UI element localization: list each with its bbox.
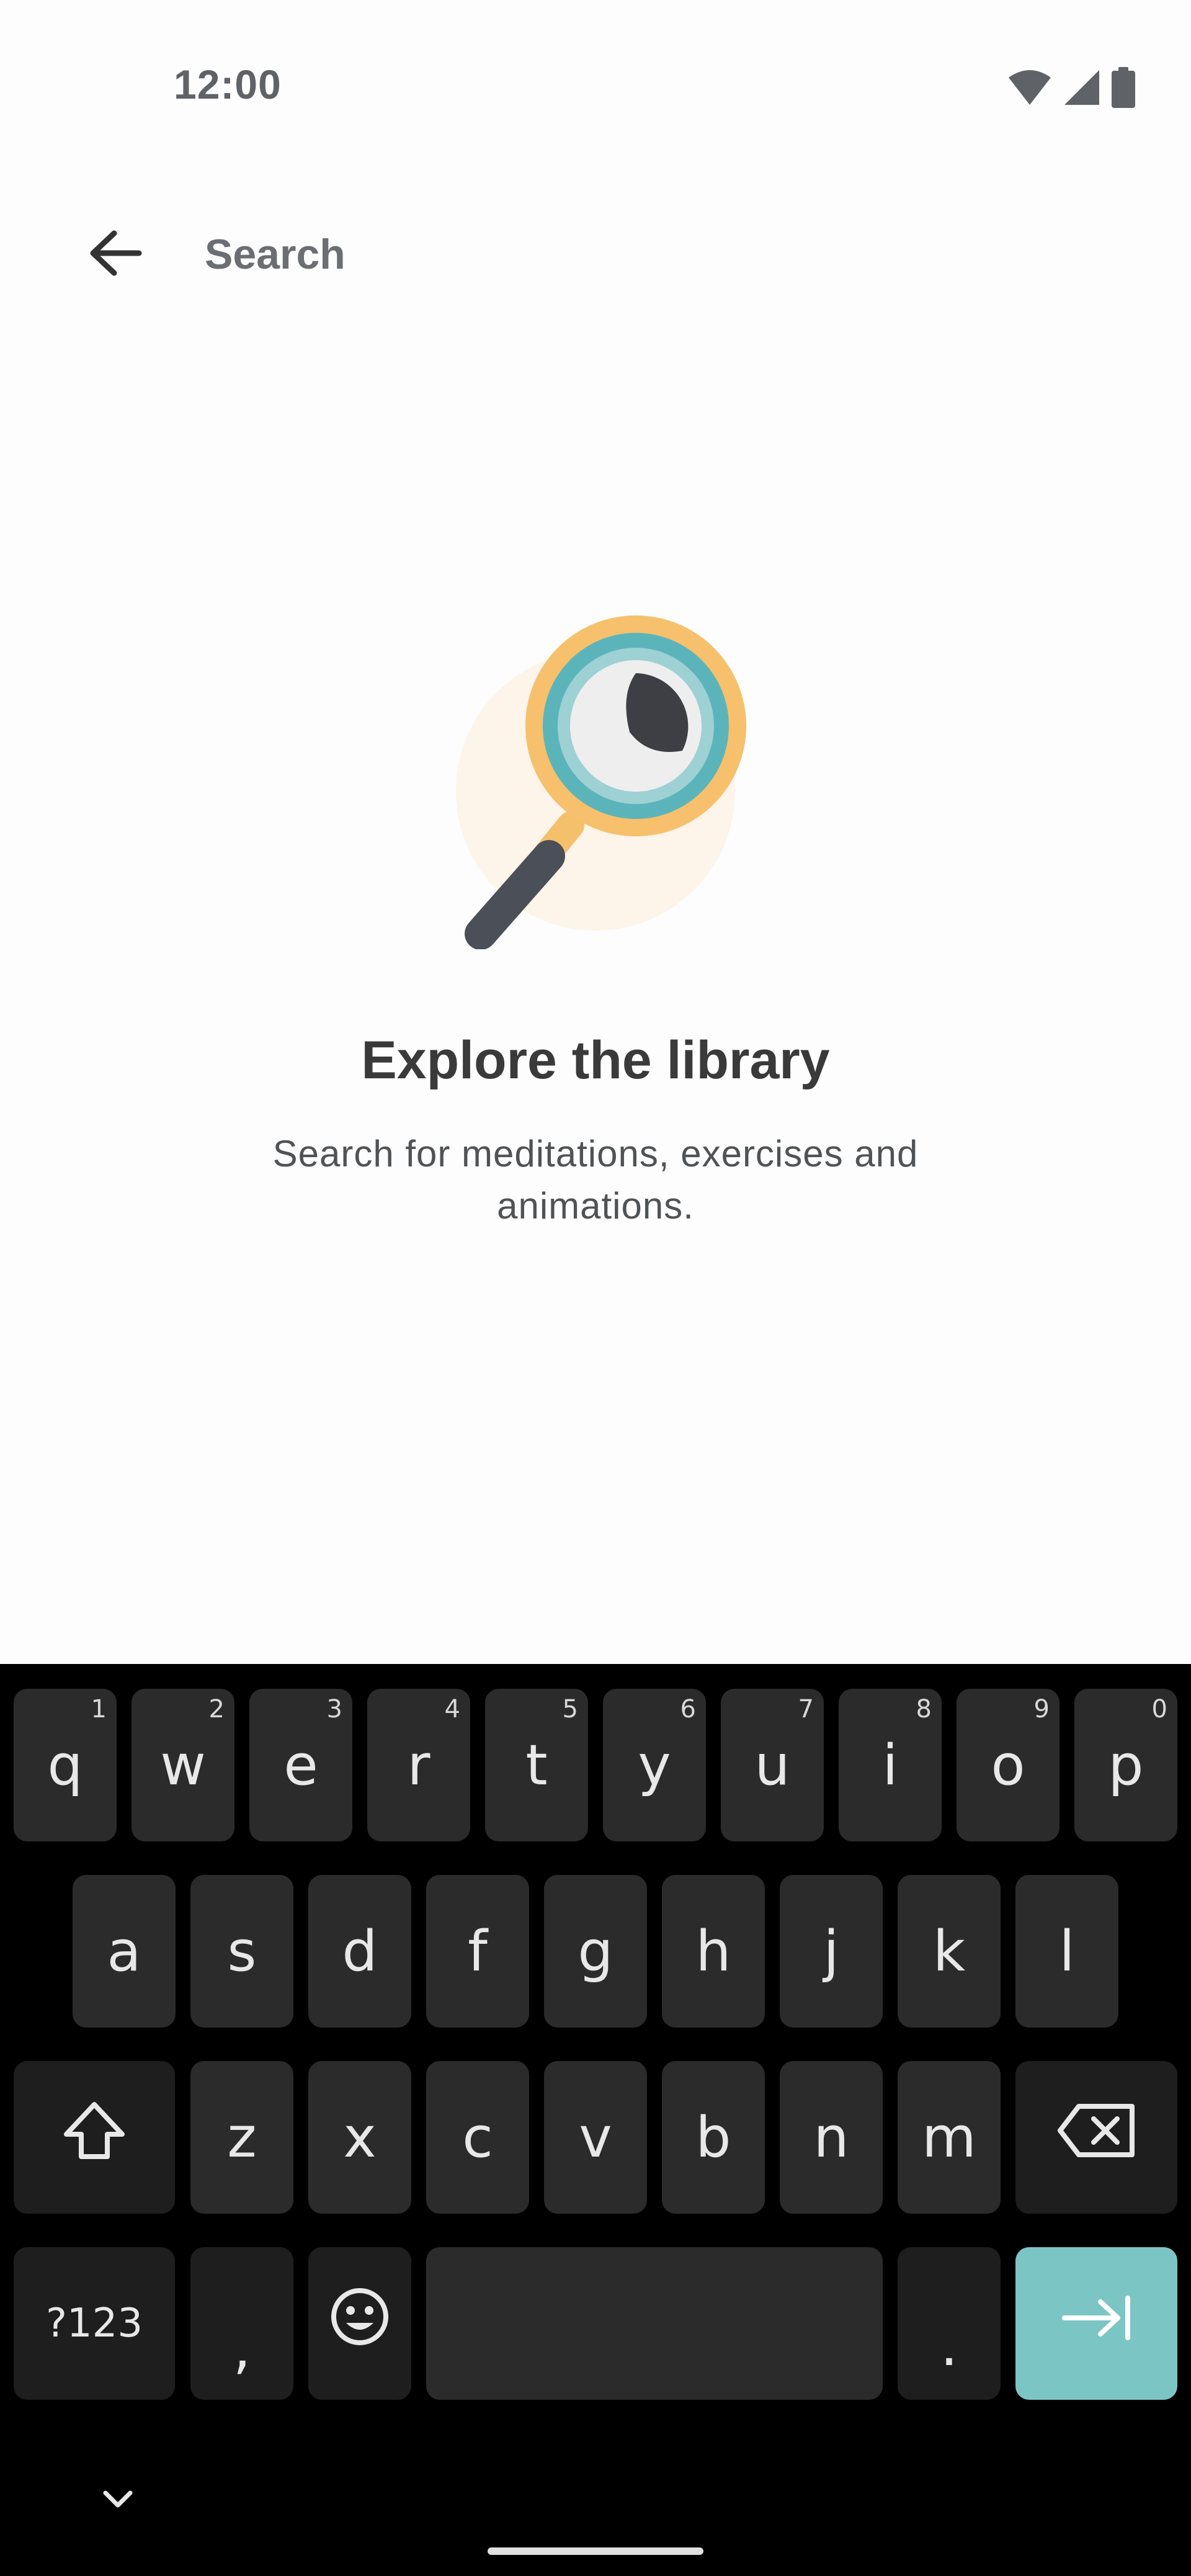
key-hint: 5 bbox=[562, 1695, 578, 1724]
key-label: l bbox=[1059, 1918, 1075, 1984]
key-label: m bbox=[922, 2104, 976, 2170]
key-z[interactable]: z bbox=[190, 2061, 293, 2214]
key-v[interactable]: v bbox=[544, 2061, 647, 2214]
key-label: u bbox=[754, 1732, 790, 1798]
key-label: e bbox=[283, 1732, 318, 1798]
key-b[interactable]: b bbox=[662, 2061, 765, 2214]
search-input[interactable] bbox=[205, 222, 1073, 287]
key-a[interactable]: a bbox=[73, 1875, 176, 2028]
key-hint: 3 bbox=[326, 1695, 342, 1724]
key-hint: 1 bbox=[91, 1695, 107, 1724]
key-label: n bbox=[813, 2104, 849, 2170]
symbols-key-label: ?123 bbox=[45, 2301, 143, 2346]
key-hint: 0 bbox=[1151, 1695, 1167, 1724]
wifi-icon bbox=[1007, 69, 1052, 109]
key-label: a bbox=[107, 1918, 141, 1984]
key-label: z bbox=[227, 2104, 257, 2170]
key-hint: 9 bbox=[1033, 1695, 1050, 1724]
back-button[interactable] bbox=[74, 223, 155, 285]
arrow-left-icon bbox=[87, 228, 143, 281]
shift-icon bbox=[60, 2100, 128, 2175]
action-key[interactable] bbox=[1015, 2247, 1177, 2400]
key-w[interactable]: w 2 bbox=[132, 1689, 234, 1841]
hide-keyboard-button[interactable] bbox=[93, 2475, 143, 2525]
key-s[interactable]: s bbox=[190, 1875, 293, 2028]
key-k[interactable]: k bbox=[898, 1875, 1001, 2028]
period-key[interactable]: . bbox=[898, 2247, 1001, 2400]
key-label: w bbox=[160, 1732, 206, 1798]
key-e[interactable]: e 3 bbox=[249, 1689, 352, 1841]
key-i[interactable]: i 8 bbox=[839, 1689, 942, 1841]
key-l[interactable]: l bbox=[1015, 1875, 1118, 2028]
status-icons bbox=[1007, 67, 1135, 111]
key-hint: 6 bbox=[680, 1695, 696, 1724]
key-label: d bbox=[342, 1918, 378, 1984]
status-bar: 12:00 bbox=[0, 0, 1191, 177]
key-label: r bbox=[407, 1732, 430, 1798]
on-screen-keyboard: q 1 w 2 e 3 r 4 t 5 y 6 u 7 i 8 o 9 p 0 … bbox=[0, 1664, 1191, 2576]
key-o[interactable]: o 9 bbox=[957, 1689, 1059, 1841]
key-g[interactable]: g bbox=[544, 1875, 647, 2028]
chevron-down-icon bbox=[99, 2487, 136, 2515]
key-label: k bbox=[932, 1918, 966, 1984]
key-d[interactable]: d bbox=[308, 1875, 411, 2028]
key-y[interactable]: y 6 bbox=[603, 1689, 706, 1841]
key-p[interactable]: p 0 bbox=[1074, 1689, 1177, 1841]
empty-state-subtitle: Search for meditations, exercises and an… bbox=[272, 1133, 919, 1227]
emoji-key[interactable] bbox=[308, 2247, 411, 2400]
comma-key-label: , bbox=[233, 2315, 251, 2381]
magnifying-glass-icon bbox=[444, 614, 766, 950]
tab-right-icon bbox=[1059, 2291, 1134, 2356]
key-t[interactable]: t 5 bbox=[485, 1689, 588, 1841]
signal-icon bbox=[1063, 69, 1100, 109]
status-time: 12:00 bbox=[174, 61, 282, 107]
key-label: j bbox=[823, 1918, 839, 1984]
key-c[interactable]: c bbox=[426, 2061, 529, 2214]
backspace-key[interactable] bbox=[1015, 2061, 1177, 2214]
key-label: c bbox=[462, 2104, 493, 2170]
period-key-label: . bbox=[940, 2313, 958, 2379]
key-x[interactable]: x bbox=[308, 2061, 411, 2214]
key-label: g bbox=[578, 1918, 613, 1984]
home-indicator[interactable] bbox=[488, 2547, 703, 2555]
app-bar bbox=[0, 205, 1191, 304]
battery-icon bbox=[1112, 67, 1135, 111]
shift-key[interactable] bbox=[14, 2061, 175, 2214]
key-label: b bbox=[695, 2104, 731, 2170]
key-hint: 8 bbox=[916, 1695, 932, 1724]
key-f[interactable]: f bbox=[426, 1875, 529, 2028]
key-label: x bbox=[343, 2104, 377, 2170]
emoji-icon bbox=[329, 2286, 391, 2361]
symbols-key[interactable]: ?123 bbox=[14, 2247, 175, 2400]
key-label: v bbox=[579, 2104, 612, 2170]
key-label: s bbox=[227, 1918, 257, 1984]
backspace-icon bbox=[1056, 2103, 1137, 2172]
key-r[interactable]: r 4 bbox=[367, 1689, 470, 1841]
space-key[interactable] bbox=[426, 2247, 883, 2400]
key-label: t bbox=[525, 1732, 548, 1798]
key-q[interactable]: q 1 bbox=[14, 1689, 117, 1841]
key-label: y bbox=[638, 1732, 671, 1798]
search-screen: 12:00 Search Explore the library Search … bbox=[0, 0, 1191, 2576]
key-label: f bbox=[468, 1918, 488, 1984]
comma-key[interactable]: , bbox=[190, 2247, 293, 2400]
key-hint: 2 bbox=[208, 1695, 225, 1724]
empty-state-title: Explore the library bbox=[361, 1031, 830, 1090]
key-label: o bbox=[991, 1732, 1025, 1798]
key-label: h bbox=[695, 1918, 731, 1984]
key-j[interactable]: j bbox=[780, 1875, 883, 2028]
key-m[interactable]: m bbox=[898, 2061, 1001, 2214]
key-hint: 7 bbox=[798, 1695, 814, 1724]
key-label: p bbox=[1108, 1732, 1144, 1798]
key-hint: 4 bbox=[444, 1695, 460, 1724]
key-n[interactable]: n bbox=[780, 2061, 883, 2214]
key-h[interactable]: h bbox=[662, 1875, 765, 2028]
key-label: i bbox=[882, 1732, 898, 1798]
key-u[interactable]: u 7 bbox=[721, 1689, 824, 1841]
key-label: q bbox=[47, 1732, 83, 1798]
